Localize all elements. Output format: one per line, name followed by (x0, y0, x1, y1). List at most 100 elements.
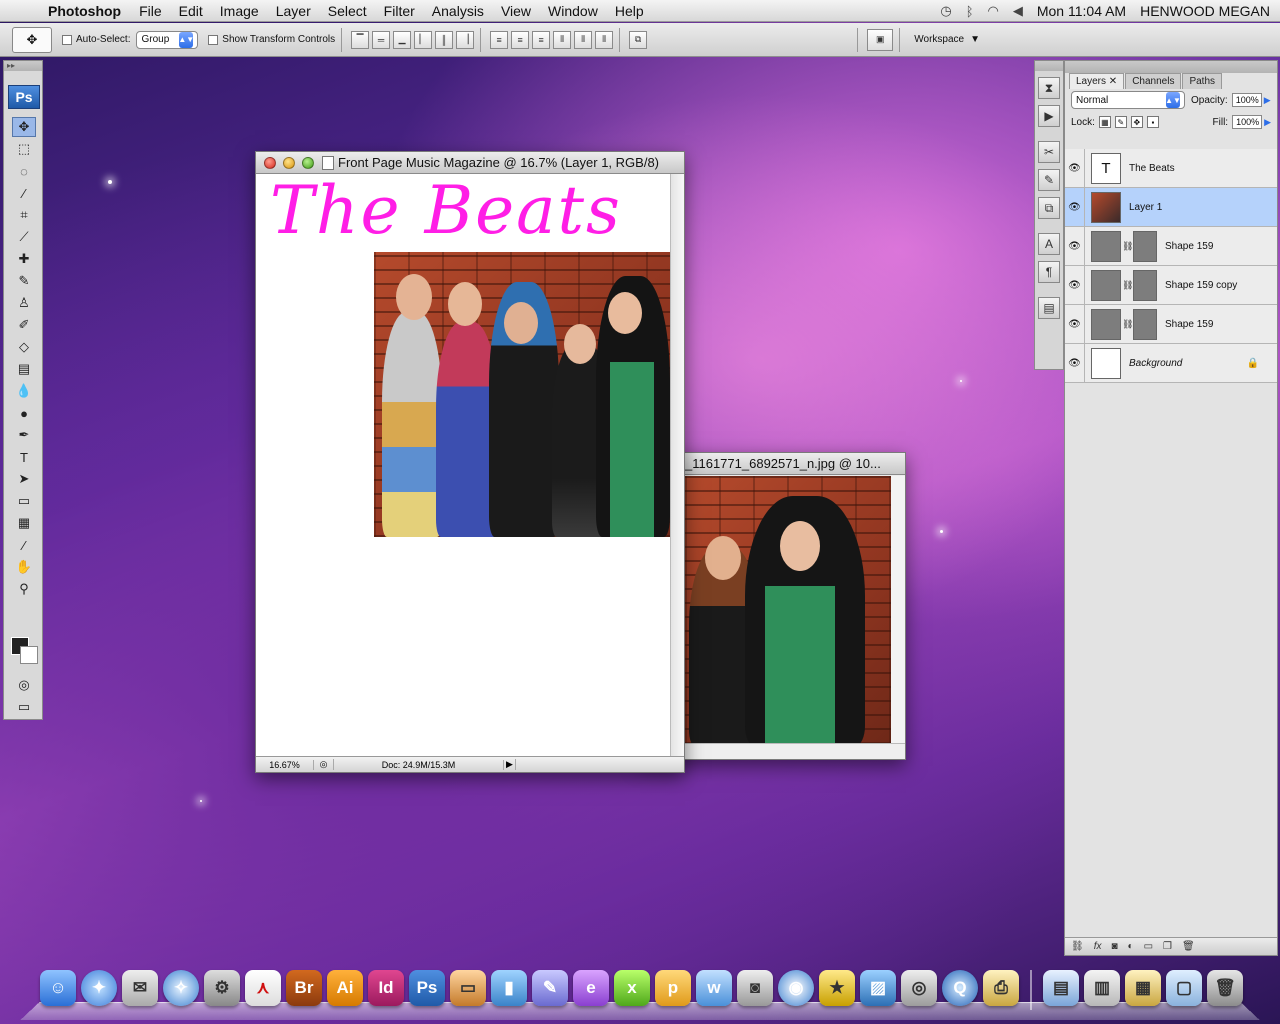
iphoto-icon[interactable]: ▨ (860, 970, 896, 1006)
bluetooth-icon[interactable]: ᛒ (966, 4, 974, 19)
photo-canvas[interactable] (685, 476, 891, 744)
bridge-icon[interactable]: Br (286, 970, 322, 1006)
app-menu[interactable]: Photoshop (48, 3, 121, 19)
blur-tool-icon[interactable]: 💧 (12, 381, 36, 401)
menu-edit[interactable]: Edit (179, 3, 203, 19)
document-canvas[interactable]: The Beats (256, 172, 670, 758)
panel-grip[interactable] (1065, 61, 1277, 73)
mail-icon[interactable]: ✉ (122, 970, 158, 1006)
align-right-icon[interactable]: ▕ (456, 30, 475, 49)
layer-style-icon[interactable]: fx (1094, 941, 1102, 952)
panel-grip[interactable] (1035, 61, 1063, 71)
time-machine-icon[interactable]: ◷ (940, 3, 951, 19)
visibility-eye-icon[interactable]: 👁 (1065, 187, 1085, 227)
preview-icon[interactable]: ◎ (901, 970, 937, 1006)
headline-text[interactable]: The Beats (270, 172, 622, 249)
distribute-left-icon[interactable]: ⦀ (553, 30, 572, 49)
tool-preset-picker[interactable]: ✥ (12, 26, 52, 53)
menu-help[interactable]: Help (615, 3, 644, 19)
pages-icon[interactable]: ✎ (532, 970, 568, 1006)
magic-wand-tool-icon[interactable]: ⁄ (12, 183, 36, 203)
quicktime-icon[interactable]: Q (942, 970, 978, 1006)
lock-all-icon[interactable]: ▪ (1146, 116, 1159, 128)
distribute-hcenter-icon[interactable]: ⦀ (574, 30, 593, 49)
lock-pixels-icon[interactable]: ✎ (1114, 116, 1127, 128)
paragraph-panel-icon[interactable]: ¶ (1038, 261, 1060, 283)
pen-tool-icon[interactable]: ✒ (12, 425, 36, 445)
menu-image[interactable]: Image (220, 3, 259, 19)
document-proxy-icon[interactable] (322, 155, 334, 170)
crop-tool-icon[interactable]: ⌗ (12, 205, 36, 225)
trash-icon[interactable]: 🗑 (1207, 970, 1243, 1006)
layer-comps-icon[interactable]: ▤ (1038, 297, 1060, 319)
folder-stack-icon[interactable]: ▢ (1166, 970, 1202, 1006)
align-hcenter-icon[interactable]: ║ (435, 30, 454, 49)
group-photo-layer[interactable] (374, 252, 670, 537)
main-window-titlebar[interactable]: Front Page Music Magazine @ 16.7% (Layer… (256, 152, 684, 174)
move-tool-icon[interactable]: ✥ (12, 117, 36, 137)
blend-mode-dropdown[interactable]: Normal ▲▼ (1071, 91, 1185, 109)
fill-field[interactable]: 100% (1232, 115, 1263, 129)
brush-tool-icon[interactable]: ✎ (12, 271, 36, 291)
workspace-chevron-icon[interactable]: ▼ (970, 34, 980, 45)
new-group-icon[interactable]: ▭ (1144, 941, 1153, 952)
gradient-tool-icon[interactable]: ▤ (12, 359, 36, 379)
menu-select[interactable]: Select (328, 3, 367, 19)
character-panel-icon[interactable]: A (1038, 233, 1060, 255)
visibility-eye-icon[interactable]: 👁 (1065, 148, 1085, 188)
new-layer-icon[interactable]: ❐ (1163, 941, 1172, 952)
status-menu-icon[interactable]: ◎ (314, 759, 334, 770)
wifi-icon[interactable]: ◠ (988, 3, 999, 19)
notes-tool-icon[interactable]: ▦ (12, 513, 36, 533)
image-capture-icon[interactable]: ◙ (737, 970, 773, 1006)
layer-row-shape-159-b[interactable]: 👁 ⛓ Shape 159 (1065, 304, 1277, 344)
distribute-bottom-icon[interactable]: ≡ (532, 30, 551, 49)
menu-analysis[interactable]: Analysis (432, 3, 484, 19)
path-selection-icon[interactable]: ➤ (12, 469, 36, 489)
add-mask-icon[interactable]: ◙ (1111, 941, 1117, 952)
applications-stack-icon[interactable]: ▦ (1125, 970, 1161, 1006)
link-layers-icon[interactable]: ⛓ (1071, 941, 1084, 952)
menu-file[interactable]: File (139, 3, 162, 19)
menu-window[interactable]: Window (548, 3, 598, 19)
app-e-icon[interactable]: e (573, 970, 609, 1006)
tool-presets-icon[interactable]: ✂ (1038, 141, 1060, 163)
menu-filter[interactable]: Filter (384, 3, 415, 19)
lock-position-icon[interactable]: ✥ (1130, 116, 1143, 128)
user-name[interactable]: HENWOOD MEGAN (1140, 3, 1270, 19)
layer-row-the-beats[interactable]: 👁 T The Beats (1065, 148, 1277, 188)
volume-icon[interactable]: ◀ (1013, 3, 1023, 19)
numbers-icon[interactable]: ▮ (491, 970, 527, 1006)
distribute-right-icon[interactable]: ⦀ (595, 30, 614, 49)
show-transform-checkbox[interactable] (208, 34, 219, 45)
lasso-tool-icon[interactable]: ◌ (12, 161, 36, 181)
type-tool-icon[interactable]: T (12, 447, 36, 467)
dodge-tool-icon[interactable]: ● (12, 403, 36, 423)
lock-transparency-icon[interactable]: ▦ (1098, 116, 1111, 128)
tab-channels[interactable]: Channels (1125, 73, 1182, 89)
bridge-button-icon[interactable]: ▣ (867, 28, 894, 51)
zoom-level[interactable]: 16.67% (256, 759, 314, 770)
photoshop-icon[interactable]: Ps (409, 970, 445, 1006)
eyedropper-tool-icon[interactable]: ⁄ (12, 535, 36, 555)
healing-brush-icon[interactable]: ✚ (12, 249, 36, 269)
minimize-button[interactable] (283, 156, 295, 169)
adjustment-layer-icon[interactable]: ◐ (1128, 941, 1134, 952)
quick-mask-icon[interactable]: ◎ (12, 675, 36, 695)
align-vcenter-icon[interactable]: ═ (372, 30, 391, 49)
align-left-icon[interactable]: ▏ (414, 30, 433, 49)
clock[interactable]: Mon 11:04 AM (1037, 3, 1126, 19)
layer-row-shape-159-copy[interactable]: 👁 ⛓ Shape 159 copy (1065, 265, 1277, 305)
clone-stamp-icon[interactable]: ♙ (12, 293, 36, 313)
auto-select-checkbox[interactable] (62, 34, 72, 45)
acrobat-icon[interactable]: ⋏ (245, 970, 281, 1006)
app-x-icon[interactable]: x (614, 970, 650, 1006)
workspace-menu[interactable]: Workspace (914, 34, 964, 45)
hand-tool-icon[interactable]: ✋ (12, 557, 36, 577)
finder-icon[interactable]: ☺ (40, 970, 76, 1006)
panel-grip[interactable]: ▸▸ (4, 61, 42, 71)
main-document-window[interactable]: Front Page Music Magazine @ 16.7% (Layer… (255, 151, 685, 773)
dvd-player-icon[interactable]: ◉ (778, 970, 814, 1006)
auto-select-dropdown[interactable]: Group ▲▼ (136, 30, 199, 49)
status-arrow-icon[interactable]: ▶ (504, 759, 516, 770)
